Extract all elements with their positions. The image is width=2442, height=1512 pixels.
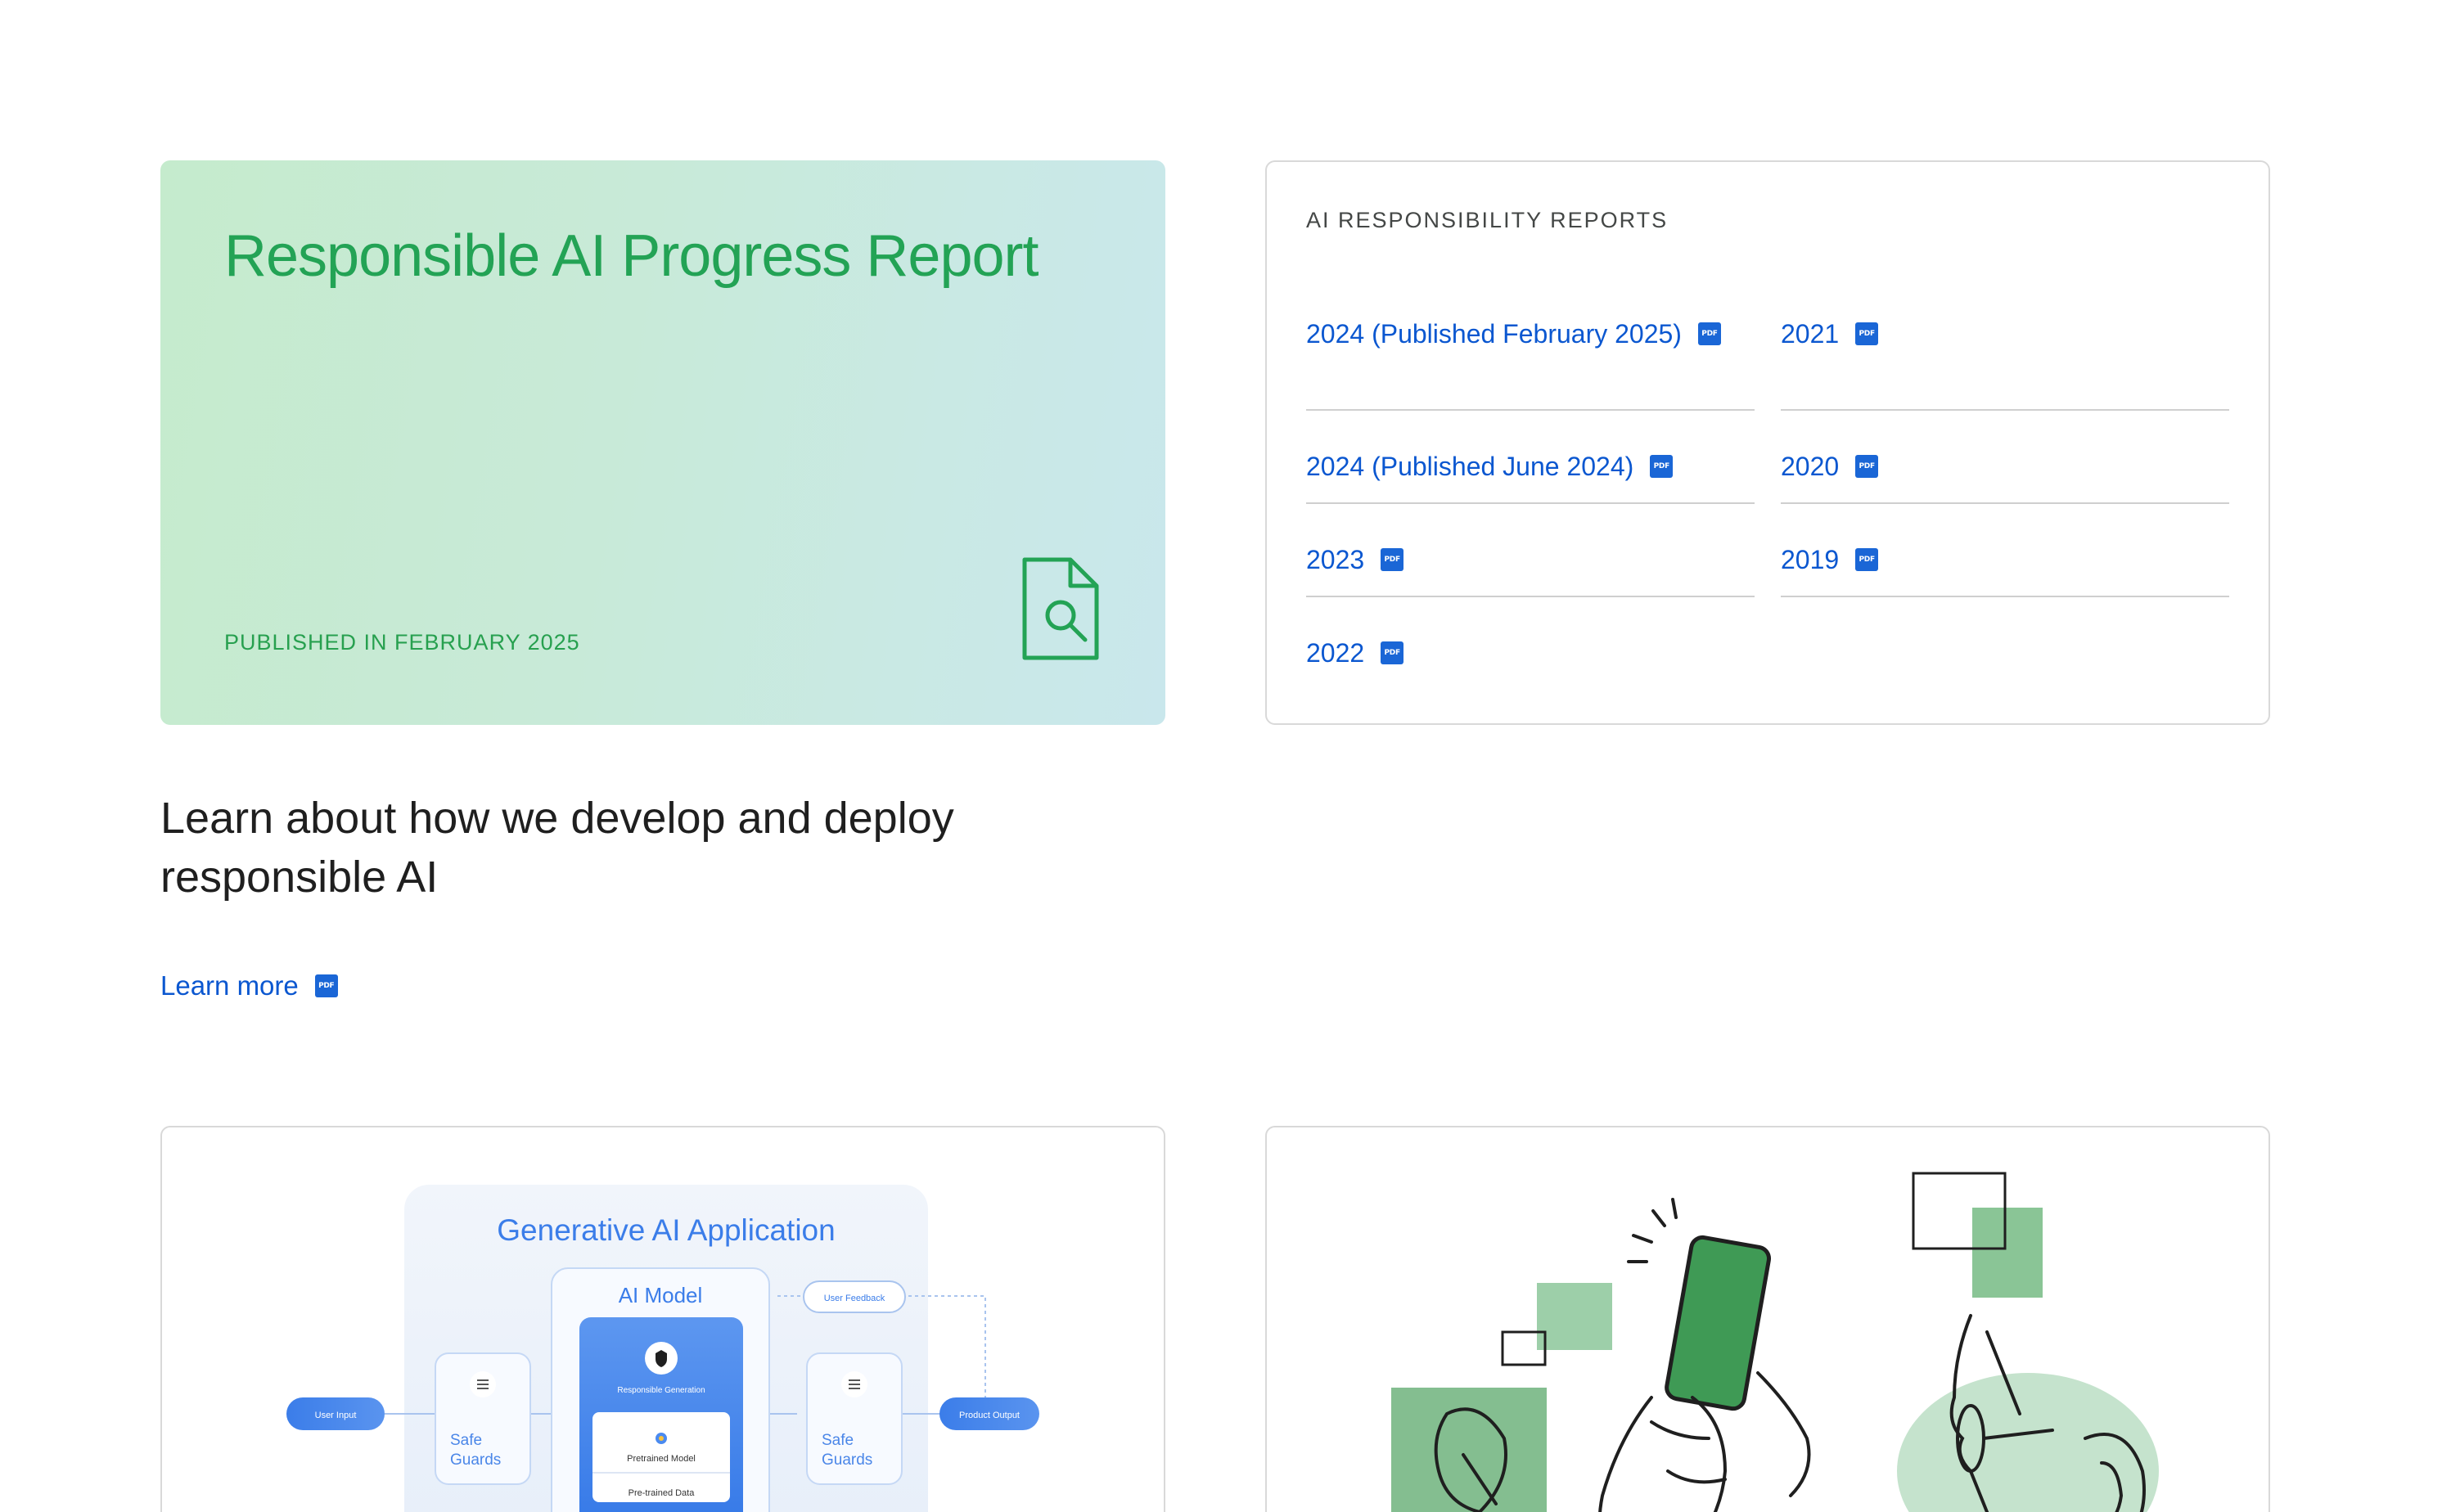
phone-icon bbox=[1665, 1235, 1772, 1411]
pretrained-model-label: Pretrained Model bbox=[627, 1454, 696, 1464]
report-label: 2021 bbox=[1781, 319, 1840, 349]
safeguards-line2: Guards bbox=[822, 1451, 872, 1469]
report-row: 2020 PDF bbox=[1781, 411, 2229, 504]
report-row: 2024 (Published February 2025) PDF bbox=[1306, 317, 1755, 411]
responsible-generation-label: Responsible Generation bbox=[617, 1386, 705, 1395]
report-link-2020[interactable]: 2020 PDF bbox=[1781, 450, 1879, 483]
genai-diagram-card[interactable]: Generative AI Application AI Model Respo… bbox=[160, 1126, 1165, 1512]
report-link-2024-feb[interactable]: 2024 (Published February 2025) PDF bbox=[1306, 317, 1721, 350]
report-link-2021[interactable]: 2021 PDF bbox=[1781, 317, 1879, 350]
pdf-icon: PDF bbox=[1697, 322, 1721, 345]
pdf-icon: PDF bbox=[1855, 322, 1879, 345]
ai-model-label: AI Model bbox=[619, 1283, 703, 1307]
report-link-2022[interactable]: 2022 PDF bbox=[1306, 637, 1404, 669]
reports-list-right: 2021 PDF 2020 PDF 2019 PDF bbox=[1781, 317, 2229, 597]
learn-more-link[interactable]: Learn more PDF bbox=[160, 970, 338, 1001]
pdf-icon: PDF bbox=[1381, 548, 1404, 571]
safeguards-line1: Safe bbox=[822, 1432, 854, 1449]
report-row: 2022 PDF bbox=[1306, 597, 1755, 691]
pdf-icon: PDF bbox=[1855, 548, 1879, 571]
pdf-icon: PDF bbox=[1650, 455, 1674, 478]
pdf-icon: PDF bbox=[1855, 455, 1879, 478]
report-link-2024-jun[interactable]: 2024 (Published June 2024) PDF bbox=[1306, 450, 1674, 483]
hero-title: Responsible AI Progress Report bbox=[224, 223, 1039, 289]
report-label: 2024 (Published February 2025) bbox=[1306, 319, 1682, 349]
learn-more-label: Learn more bbox=[160, 970, 299, 1001]
reports-card: AI RESPONSIBILITY REPORTS 2024 (Publishe… bbox=[1265, 160, 2270, 725]
illustration-card[interactable] bbox=[1265, 1126, 2270, 1512]
pdf-icon: PDF bbox=[1381, 641, 1404, 664]
report-row: 2023 PDF bbox=[1306, 504, 1755, 597]
report-row: 2019 PDF bbox=[1781, 504, 2229, 597]
safeguards-line1: Safe bbox=[450, 1432, 482, 1449]
report-link-2023[interactable]: 2023 PDF bbox=[1306, 543, 1404, 576]
green-blob bbox=[1537, 1283, 1612, 1350]
person-phone-illustration bbox=[1391, 1172, 2159, 1512]
report-label: 2024 (Published June 2024) bbox=[1306, 452, 1634, 481]
report-link-2019[interactable]: 2019 PDF bbox=[1781, 543, 1879, 576]
user-input-label: User Input bbox=[315, 1411, 357, 1420]
genai-diagram: Generative AI Application AI Model Respo… bbox=[286, 1185, 1039, 1512]
pretrained-data-label: Pre-trained Data bbox=[629, 1488, 696, 1498]
diagram-title: Generative AI Application bbox=[497, 1213, 835, 1247]
report-row: 2024 (Published June 2024) PDF bbox=[1306, 411, 1755, 504]
progress-report-card[interactable]: Responsible AI Progress Report PUBLISHED… bbox=[160, 160, 1165, 725]
learn-heading: Learn about how we develop and deploy re… bbox=[160, 794, 954, 902]
hero-published-date: PUBLISHED IN FEBRUARY 2025 bbox=[224, 630, 580, 655]
reports-list-left: 2024 (Published February 2025) PDF 2024 … bbox=[1306, 317, 1755, 691]
safeguards-line2: Guards bbox=[450, 1451, 501, 1469]
pdf-icon: PDF bbox=[314, 974, 338, 997]
document-search-icon bbox=[1022, 557, 1099, 660]
report-row: 2021 PDF bbox=[1781, 317, 2229, 411]
user-feedback-label: User Feedback bbox=[824, 1294, 885, 1303]
report-label: 2022 bbox=[1306, 638, 1365, 668]
reports-eyebrow: AI RESPONSIBILITY REPORTS bbox=[1306, 208, 1669, 232]
report-label: 2019 bbox=[1781, 545, 1840, 574]
green-blob bbox=[1391, 1388, 1547, 1512]
report-label: 2020 bbox=[1781, 452, 1840, 481]
product-output-label: Product Output bbox=[959, 1411, 1020, 1420]
green-blob bbox=[1972, 1208, 2043, 1298]
report-label: 2023 bbox=[1306, 545, 1365, 574]
